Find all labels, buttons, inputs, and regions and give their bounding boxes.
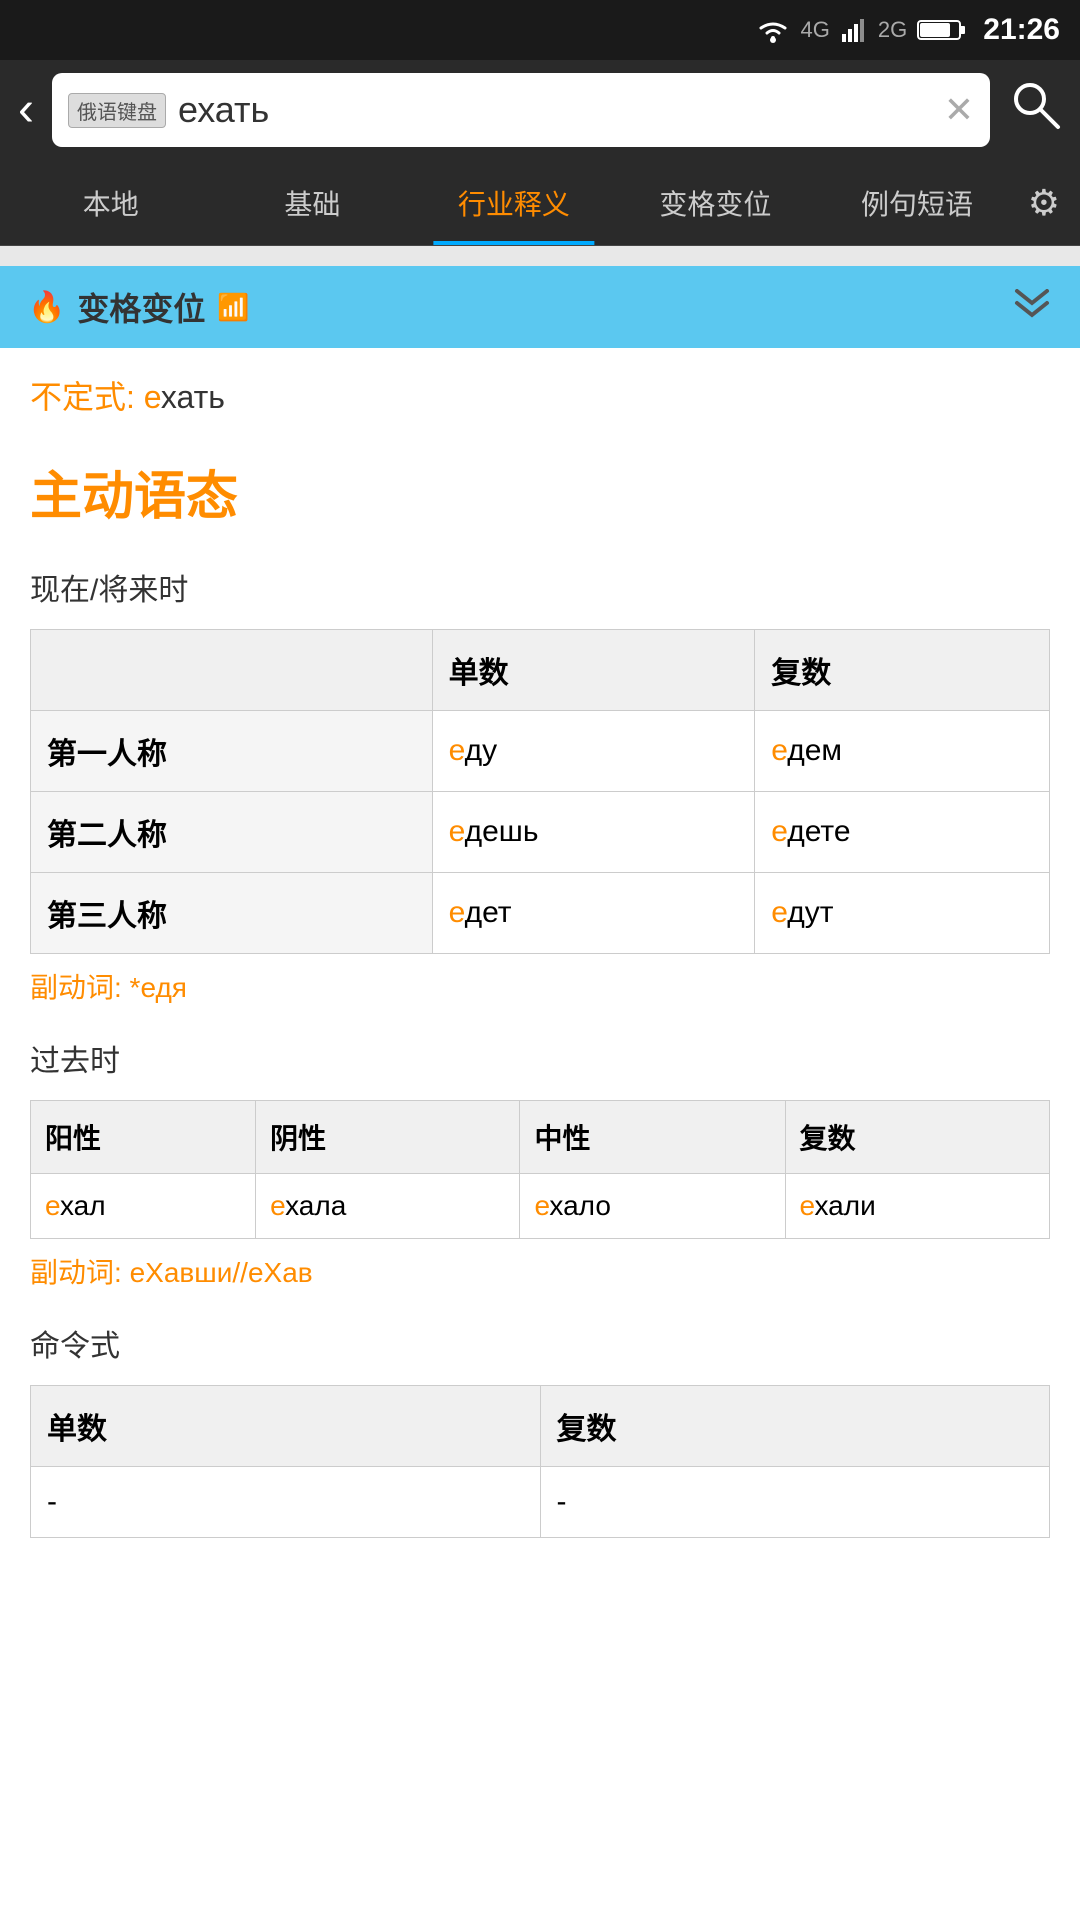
time-display: 21:26 xyxy=(983,13,1060,47)
past-col-plur: 复数 xyxy=(785,1101,1050,1174)
voice-title: 主动语态 xyxy=(30,454,1050,529)
present-tense-table: 单数 复数 第一人称 еду едем 第二人称 едешь едете 第三人… xyxy=(30,629,1050,954)
past-plur: ехали xyxy=(785,1174,1050,1239)
wifi-small-icon: 📶 xyxy=(217,292,249,323)
table-row: 第三人称 едет едут xyxy=(31,873,1050,954)
search-button[interactable] xyxy=(1008,77,1062,143)
past-masc: ехал xyxy=(31,1174,256,1239)
singular-2: едешь xyxy=(432,792,755,873)
col-header-plural: 复数 xyxy=(755,630,1050,711)
clear-button[interactable]: ✕ xyxy=(944,89,974,131)
search-bar: ‹ 俄语键盘 ✕ xyxy=(0,60,1080,160)
present-adverb: 副动词: *едя xyxy=(30,966,1050,1006)
main-content: 不定式: ехать 主动语态 现在/将来时 单数 复数 第一人称 еду ед… xyxy=(0,348,1080,1572)
chevron-down-icon xyxy=(1012,289,1052,319)
singular-3: едет xyxy=(432,873,755,954)
imperative-label: 命令式 xyxy=(30,1321,1050,1365)
search-input[interactable] xyxy=(178,89,932,131)
imperative-table: 单数 复数 - - xyxy=(30,1385,1050,1538)
table-row: 第一人称 еду едем xyxy=(31,711,1050,792)
past-tense-table: 阳性 阴性 中性 复数 ехал ехала ехало ехали xyxy=(30,1100,1050,1239)
past-fem: ехала xyxy=(256,1174,520,1239)
nav-tabs: 本地 基础 行业释义 变格变位 例句短语 ⚙ xyxy=(0,160,1080,246)
fire-icon: 🔥 xyxy=(28,290,65,325)
network-label: 4G xyxy=(801,17,830,43)
present-tense-label: 现在/将来时 xyxy=(30,565,1050,609)
section-header-left: 🔥 变格变位 📶 xyxy=(28,284,250,330)
imp-col-singular: 单数 xyxy=(31,1386,541,1467)
imp-singular: - xyxy=(31,1467,541,1538)
table-row: - - xyxy=(31,1467,1050,1538)
table-row: ехал ехала ехало ехали xyxy=(31,1174,1050,1239)
tab-conjugation[interactable]: 变格变位 xyxy=(615,160,817,245)
infinitive-rest: хать xyxy=(161,379,225,415)
network-2g: 2G xyxy=(878,17,907,43)
keyboard-label: 俄语键盘 xyxy=(68,93,166,128)
past-adverb: 副动词: еХавши//еХав xyxy=(30,1251,1050,1291)
tab-local[interactable]: 本地 xyxy=(10,160,212,245)
col-header-singular: 单数 xyxy=(432,630,755,711)
person-2: 第二人称 xyxy=(31,792,433,873)
status-icons: 4G 2G xyxy=(755,16,968,44)
past-col-fem: 阴性 xyxy=(256,1101,520,1174)
status-bar: 4G 2G 21:26 xyxy=(0,0,1080,60)
imp-col-plural: 复数 xyxy=(540,1386,1050,1467)
past-col-neut: 中性 xyxy=(520,1101,785,1174)
search-icon xyxy=(1008,77,1062,131)
collapse-button[interactable] xyxy=(1012,286,1052,328)
infinitive-line: 不定式: ехать xyxy=(30,372,1050,418)
past-col-masc: 阳性 xyxy=(31,1101,256,1174)
infinitive-accent: е xyxy=(144,379,161,415)
back-button[interactable]: ‹ xyxy=(18,86,34,134)
col-header-person xyxy=(31,630,433,711)
person-1: 第一人称 xyxy=(31,711,433,792)
section-title: 变格变位 xyxy=(77,284,205,330)
tab-industry[interactable]: 行业释义 xyxy=(413,160,615,245)
plural-2: едете xyxy=(755,792,1050,873)
settings-button[interactable]: ⚙ xyxy=(1018,182,1070,224)
battery-icon xyxy=(917,16,967,44)
table-row: 第二人称 едешь едете xyxy=(31,792,1050,873)
signal-icon xyxy=(840,16,868,44)
person-3: 第三人称 xyxy=(31,873,433,954)
infinitive-label: 不定式: xyxy=(30,379,144,415)
tab-basic[interactable]: 基础 xyxy=(212,160,414,245)
imp-plural: - xyxy=(540,1467,1050,1538)
wifi-icon xyxy=(755,16,791,44)
section-divider xyxy=(0,246,1080,266)
past-tense-label: 过去时 xyxy=(30,1036,1050,1080)
plural-3: едут xyxy=(755,873,1050,954)
section-header[interactable]: 🔥 变格变位 📶 xyxy=(0,266,1080,348)
singular-1: еду xyxy=(432,711,755,792)
plural-1: едем xyxy=(755,711,1050,792)
tab-example[interactable]: 例句短语 xyxy=(816,160,1018,245)
past-neut: ехало xyxy=(520,1174,785,1239)
search-input-wrap: 俄语键盘 ✕ xyxy=(52,73,990,147)
